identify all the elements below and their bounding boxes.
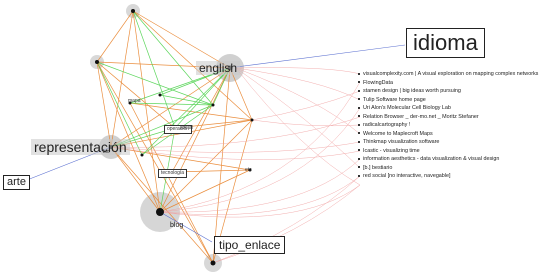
- node-dot: [250, 118, 254, 122]
- site-marker: [358, 124, 360, 126]
- node-dot: [95, 60, 99, 64]
- node-label-representacion[interactable]: representación: [31, 139, 130, 155]
- node-label-blog[interactable]: blog: [170, 222, 183, 229]
- graph-edge: [235, 44, 406, 68]
- graph-edge: [110, 146, 251, 171]
- graph-edge: [96, 10, 134, 63]
- site-link[interactable]: visualcomplexity.com | A visual explorat…: [363, 70, 538, 79]
- site-link[interactable]: Tulip Software home page: [363, 96, 538, 105]
- site-marker: [358, 107, 360, 109]
- node-dot: [211, 103, 215, 107]
- site-link[interactable]: Uri Alon's Molecular Cell Biology Lab: [363, 104, 538, 113]
- site-marker: [358, 149, 360, 151]
- site-link[interactable]: stamen design | big ideas worth pursuing: [363, 87, 538, 96]
- site-marker: [358, 132, 360, 134]
- graph-edge: [132, 10, 214, 106]
- site-link[interactable]: red social [no interactive, navegable]: [363, 172, 538, 181]
- node-label-arte[interactable]: arte: [3, 175, 30, 190]
- node-label-mapa[interactable]: mapa: [128, 99, 141, 104]
- graph-edge: [235, 67, 361, 135]
- graph-edge: [251, 90, 361, 121]
- site-marker: [358, 90, 360, 92]
- node-label-tipo-enlace[interactable]: tipo_enlace: [214, 236, 286, 254]
- node-dot: [140, 153, 144, 157]
- graph-edge: [174, 67, 231, 129]
- graph-edge: [110, 10, 134, 148]
- node-label-idioma[interactable]: idioma: [406, 28, 485, 58]
- site-marker: [358, 115, 360, 117]
- graph-edge: [235, 67, 361, 169]
- node-dot: [158, 93, 162, 97]
- site-link[interactable]: Welcome to Maplecroft Maps: [363, 130, 538, 139]
- site-marker: [358, 175, 360, 177]
- site-marker: [358, 81, 360, 83]
- site-link[interactable]: radicalcartography !: [363, 121, 538, 130]
- site-marker: [358, 141, 360, 143]
- site-marker: [358, 158, 360, 160]
- node-label-english[interactable]: english: [196, 61, 241, 75]
- site-link[interactable]: Thinkmap visualization software: [363, 138, 538, 147]
- node-dot: [131, 9, 135, 13]
- node-label-bio[interactable]: bio: [103, 150, 110, 155]
- site-link[interactable]: [b.] bestiario: [363, 164, 538, 173]
- graph-edge: [159, 158, 361, 213]
- site-marker: [358, 166, 360, 168]
- site-marker: [358, 98, 360, 100]
- graph-edge: [171, 67, 231, 173]
- graph-edge: [235, 67, 361, 186]
- graph-edge: [235, 67, 361, 101]
- site-link[interactable]: Relation Browser _ der-mo.net _ Moritz S…: [363, 113, 538, 122]
- node-label-etc[interactable]: etc: [245, 168, 252, 173]
- node-dot: [156, 208, 164, 216]
- node-dot: [210, 260, 216, 266]
- site-marker: [358, 73, 360, 75]
- site-list: visualcomplexity.com | A visual explorat…: [363, 70, 538, 181]
- node-label-social[interactable]: social: [180, 126, 193, 131]
- node-label-tecnologia[interactable]: tecnología: [158, 169, 188, 178]
- site-link[interactable]: Icastic - visualizing time: [363, 147, 538, 156]
- graph-edge: [132, 10, 231, 69]
- site-link[interactable]: FlowingData: [363, 79, 538, 88]
- site-link[interactable]: information aesthetics - data visualizat…: [363, 155, 538, 164]
